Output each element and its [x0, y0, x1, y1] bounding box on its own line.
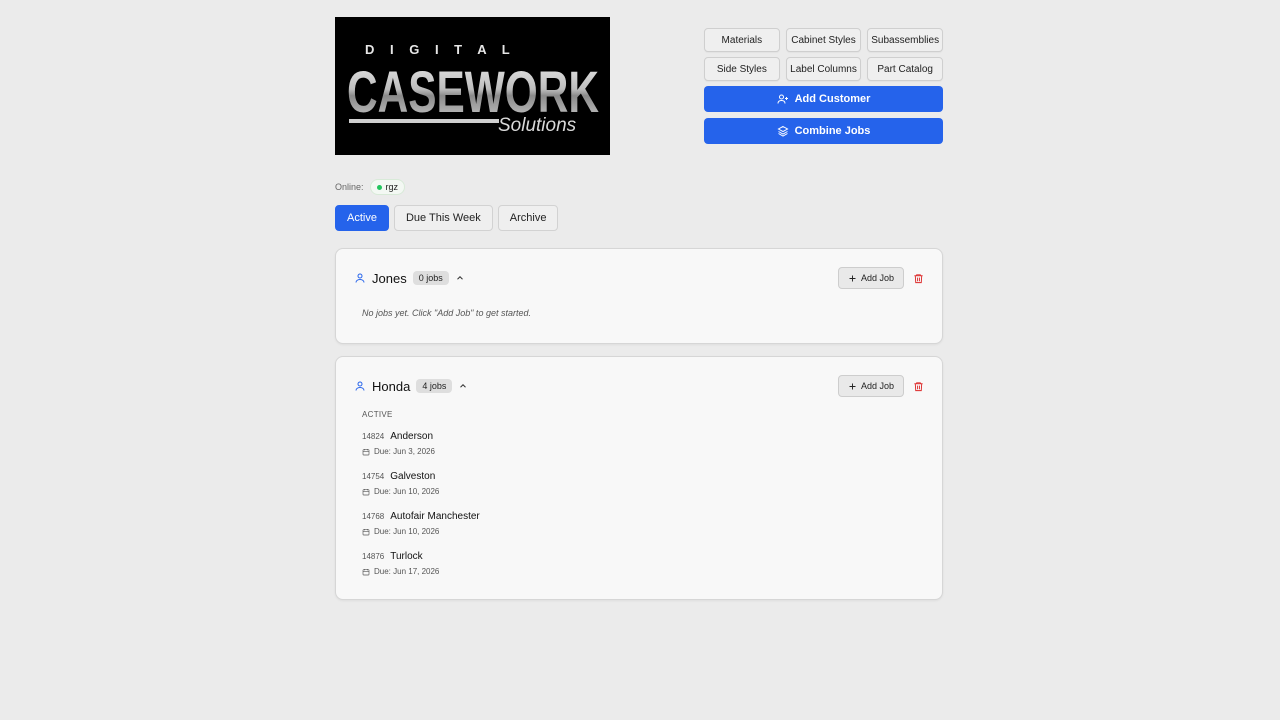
job-due-date: Due: Jun 10, 2026: [374, 527, 440, 536]
part-catalog-button[interactable]: Part Catalog: [867, 57, 944, 81]
job-name: Galveston: [390, 471, 436, 482]
online-dot-icon: [376, 184, 382, 190]
add-job-button[interactable]: Add Job: [837, 267, 904, 289]
job-count-badge: 4 jobs: [416, 379, 453, 393]
customer-card-jones: Jones 0 jobs Add Job No jobs yet. Click …: [335, 248, 943, 344]
job-due-date: Due: Jun 10, 2026: [374, 487, 440, 496]
label-columns-button[interactable]: Label Columns: [785, 57, 862, 81]
job-item[interactable]: 14824 Anderson Due: Jun 3, 2026: [362, 431, 435, 456]
job-name: Autofair Manchester: [390, 511, 480, 522]
job-name: Turlock: [390, 551, 423, 562]
job-number: 14754: [362, 472, 385, 481]
job-item[interactable]: 14876 Turlock Due: Jun 17, 2026: [362, 551, 439, 576]
customer-name: Jones: [372, 270, 407, 286]
settings-toolbar: Materials Cabinet Styles Subassemblies S…: [704, 28, 944, 150]
add-customer-label: Add Customer: [794, 93, 871, 105]
chevron-up-icon[interactable]: [458, 381, 468, 391]
online-user-pill: rgz: [369, 179, 406, 195]
job-due-date: Due: Jun 17, 2026: [374, 567, 440, 576]
trash-icon[interactable]: [913, 273, 924, 284]
empty-jobs-message: No jobs yet. Click "Add Job" to get star…: [362, 308, 531, 318]
online-users: Online: rgz: [335, 179, 406, 195]
logo-top-text: D I G I T A L: [365, 42, 516, 57]
section-label-active: ACTIVE: [362, 410, 393, 419]
plus-icon: [849, 383, 856, 389]
chevron-up-icon[interactable]: [455, 273, 465, 283]
layers-icon: [777, 125, 789, 137]
plus-icon: [849, 275, 856, 281]
add-job-button[interactable]: Add Job: [837, 375, 904, 397]
calendar-icon: [362, 448, 370, 455]
job-number: 14876: [362, 552, 385, 561]
job-count-badge: 0 jobs: [412, 271, 449, 285]
side-styles-button[interactable]: Side Styles: [704, 57, 780, 81]
job-filter-tabs: Active Due This Week Archive: [335, 205, 559, 231]
add-job-label: Add Job: [860, 273, 894, 283]
logo-underline: [349, 119, 499, 123]
materials-button[interactable]: Materials: [704, 28, 780, 52]
cabinet-styles-button[interactable]: Cabinet Styles: [785, 28, 862, 52]
job-name: Anderson: [390, 431, 434, 442]
user-plus-icon: [777, 94, 788, 104]
job-item[interactable]: 14754 Galveston Due: Jun 10, 2026: [362, 471, 439, 496]
job-item[interactable]: 14768 Autofair Manchester Due: Jun 10, 2…: [362, 511, 480, 536]
user-icon: [355, 381, 365, 391]
combine-jobs-label: Combine Jobs: [794, 125, 871, 137]
tab-due-this-week[interactable]: Due This Week: [393, 205, 493, 231]
logo-sub-text: Solutions: [498, 115, 577, 136]
tab-active[interactable]: Active: [335, 205, 389, 231]
calendar-icon: [362, 528, 370, 535]
combine-jobs-button[interactable]: Combine Jobs: [704, 118, 943, 144]
customer-card-honda: Honda 4 jobs Add Job ACTIVE 14824 Anders…: [335, 356, 943, 600]
online-label: Online:: [335, 182, 364, 192]
customer-header: Jones 0 jobs Add Job: [354, 267, 924, 289]
online-user-name: rgz: [385, 182, 399, 192]
job-due-date: Due: Jun 3, 2026: [374, 447, 435, 456]
add-customer-button[interactable]: Add Customer: [704, 86, 943, 112]
subassemblies-button[interactable]: Subassemblies: [867, 28, 944, 52]
digital-casework-logo: D I G I T A L CASEWORK Solutions: [335, 17, 610, 155]
user-icon: [355, 273, 365, 283]
trash-icon[interactable]: [913, 381, 924, 392]
job-number: 14824: [362, 432, 385, 441]
add-job-label: Add Job: [860, 381, 894, 391]
tab-archive[interactable]: Archive: [497, 205, 559, 231]
calendar-icon: [362, 568, 370, 575]
calendar-icon: [362, 488, 370, 495]
customer-header: Honda 4 jobs Add Job: [354, 375, 924, 397]
job-number: 14768: [362, 512, 385, 521]
customer-name: Honda: [372, 378, 411, 394]
